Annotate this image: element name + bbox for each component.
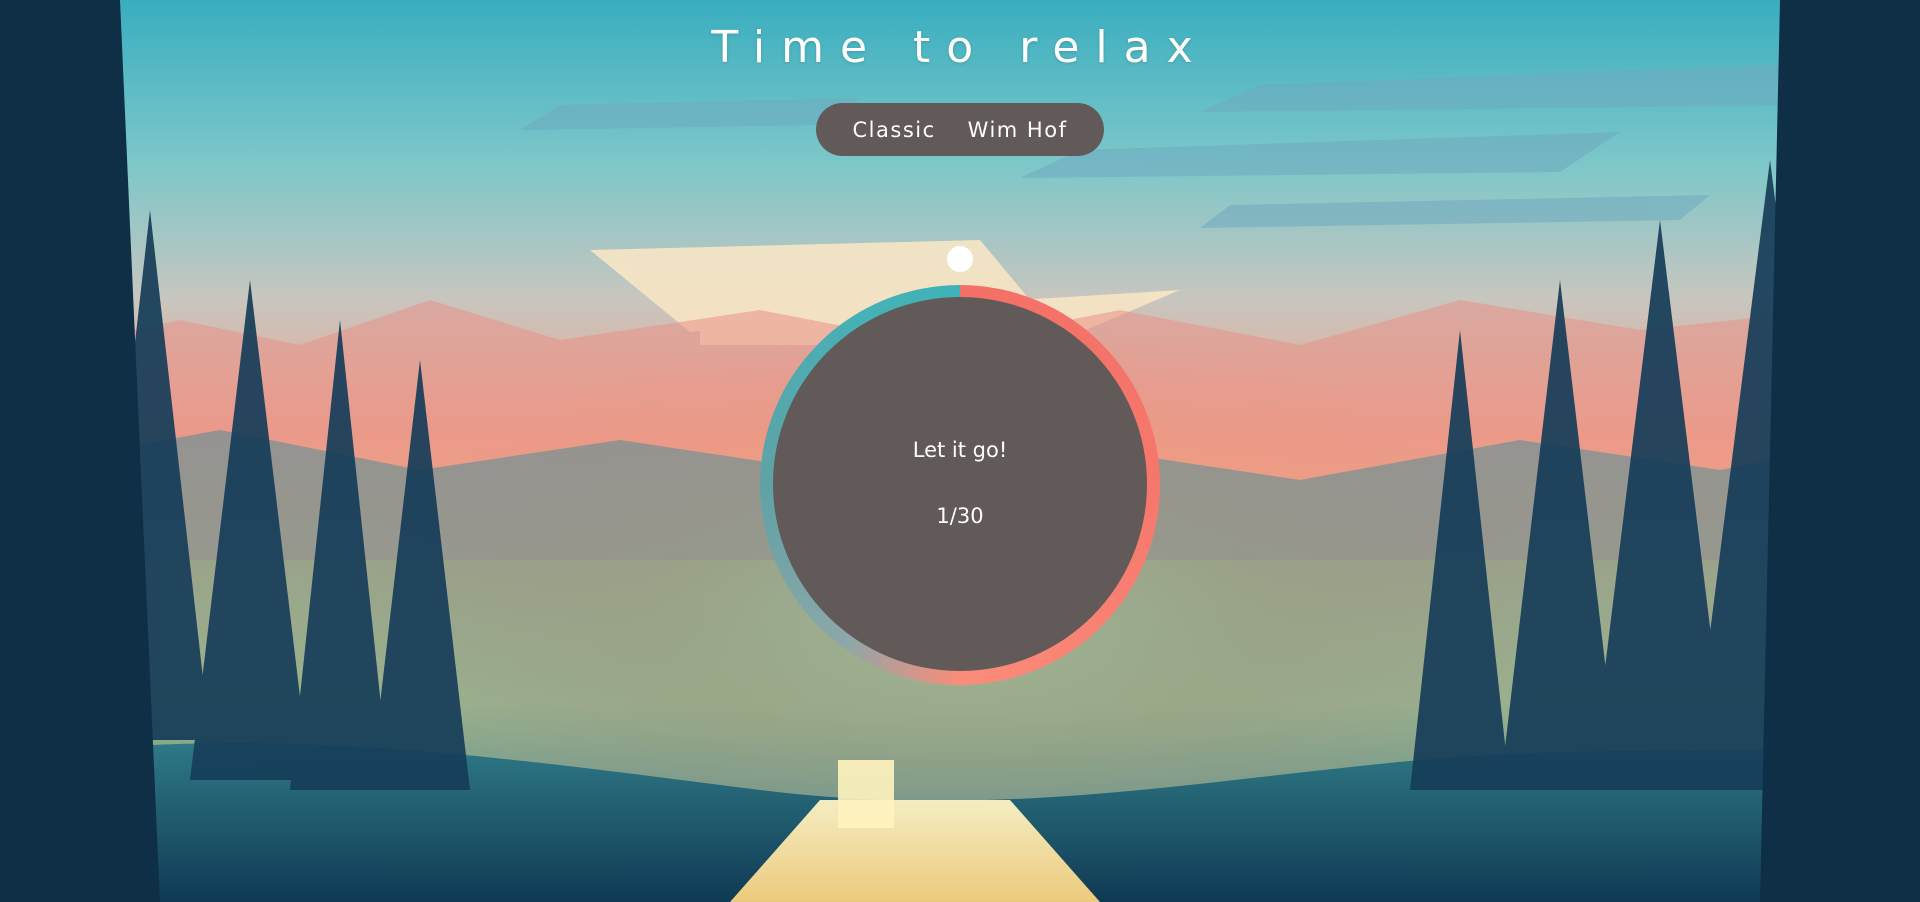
breath-circle[interactable] xyxy=(773,297,1147,671)
mode-classic-button[interactable]: Classic xyxy=(843,112,946,148)
mode-wim-hof-button[interactable]: Wim Hof xyxy=(958,112,1078,148)
page-title: Time to relax xyxy=(711,22,1209,73)
mode-switch: Classic Wim Hof xyxy=(816,103,1104,156)
breath-instruction: Let it go! xyxy=(912,438,1008,462)
dot-icon xyxy=(947,246,973,272)
breath-counter: 1/30 xyxy=(936,504,984,528)
